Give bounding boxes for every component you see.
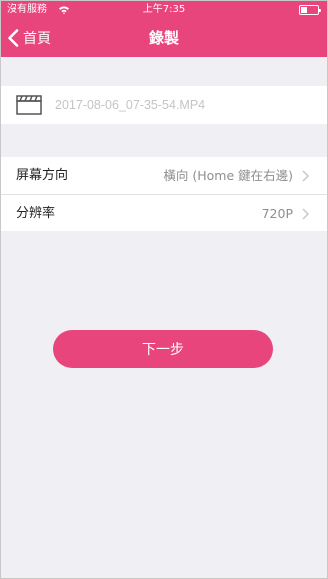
- file-name-row[interactable]: 2017-08-06_07-35-54.MP4: [1, 86, 327, 124]
- back-label: 首頁: [23, 31, 51, 47]
- setting-label: 分辨率: [16, 206, 56, 221]
- setting-screen-orientation[interactable]: 屏幕方向 橫向 (Home 鍵在右邊): [1, 157, 327, 194]
- setting-value: 橫向 (Home 鍵在右邊): [163, 168, 293, 183]
- status-time: 上午7:35: [142, 4, 186, 15]
- chevron-left-icon: [8, 29, 19, 47]
- clapperboard-icon: [16, 95, 42, 115]
- chevron-right-icon: [302, 208, 309, 220]
- battery-level: [301, 7, 307, 13]
- next-button[interactable]: 下一步: [53, 330, 273, 368]
- back-button[interactable]: 首頁: [7, 19, 51, 57]
- setting-resolution[interactable]: 分辨率 720P: [1, 194, 327, 231]
- app-screen: 沒有服務 上午7:35 首頁 錄製 2017-08-06_07-35-54.MP…: [0, 0, 328, 579]
- battery-icon: [299, 5, 321, 15]
- setting-value: 720P: [261, 206, 293, 221]
- chevron-right-icon: [302, 170, 309, 182]
- nav-bar: 首頁 錄製: [1, 19, 327, 57]
- settings-list: 屏幕方向 橫向 (Home 鍵在右邊) 分辨率 720P: [1, 157, 327, 231]
- header: 沒有服務 上午7:35 首頁 錄製: [1, 1, 327, 57]
- setting-label: 屏幕方向: [16, 168, 69, 183]
- file-name: 2017-08-06_07-35-54.MP4: [55, 98, 206, 112]
- status-bar: 沒有服務 上午7:35: [1, 1, 327, 19]
